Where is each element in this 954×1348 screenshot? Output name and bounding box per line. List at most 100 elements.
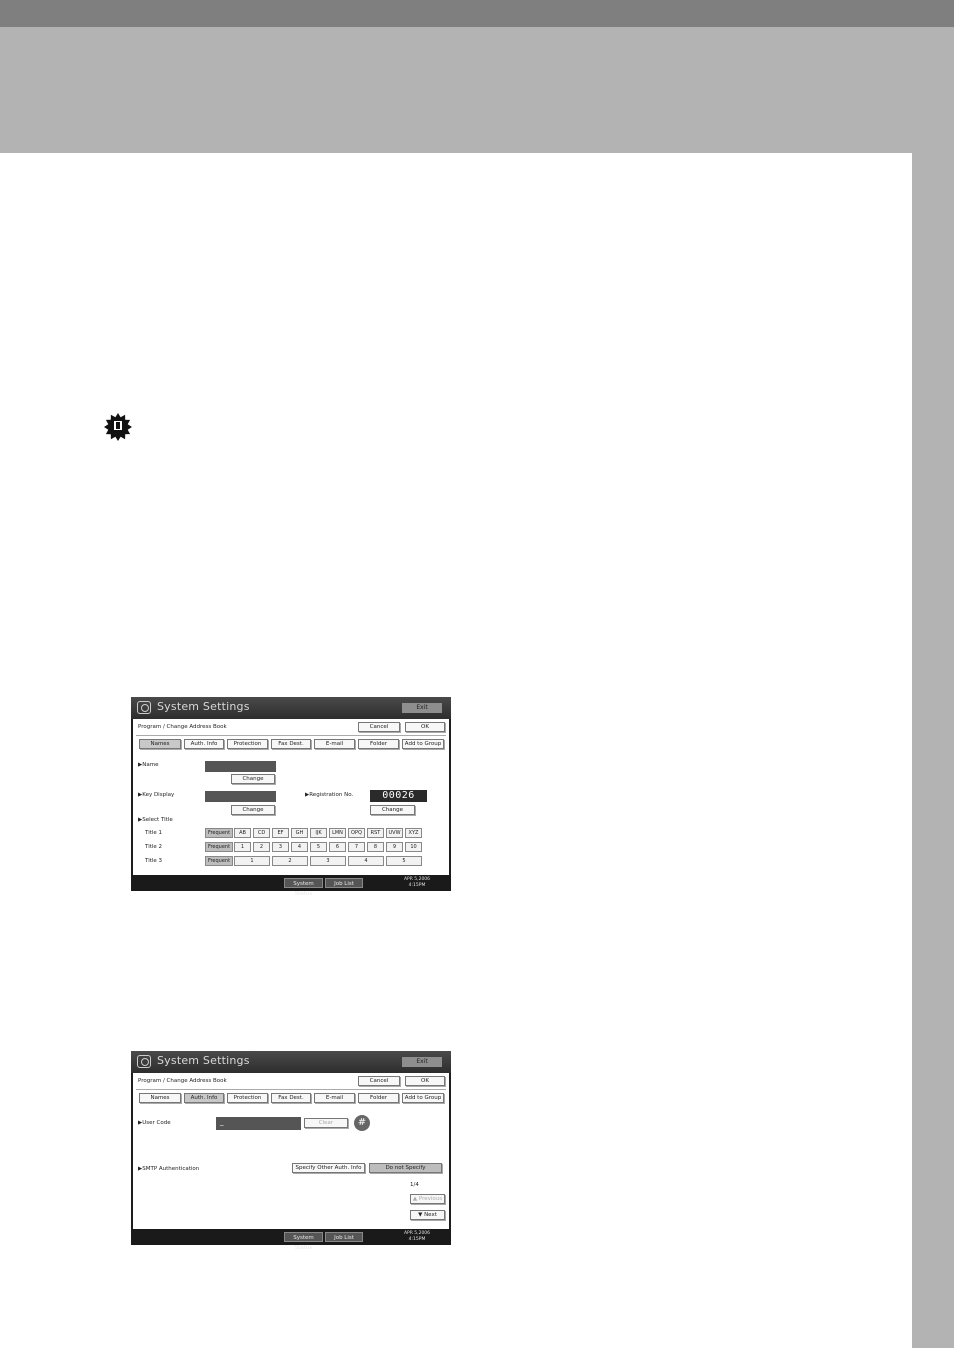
job-list-button[interactable]: Job List xyxy=(325,1232,363,1242)
key-display-field[interactable] xyxy=(205,791,276,802)
name-field[interactable] xyxy=(205,761,276,772)
title-cell[interactable]: IJK xyxy=(310,828,327,838)
title-cell[interactable]: OPQ xyxy=(348,828,365,838)
system-status-button[interactable]: System Status xyxy=(284,878,323,897)
breadcrumb: Program / Change Address Book xyxy=(138,724,227,730)
exit-button[interactable]: Exit xyxy=(402,703,442,713)
settings-icon xyxy=(137,1055,151,1068)
title-cell[interactable]: AB xyxy=(234,828,251,838)
job-list-button[interactable]: Job List xyxy=(325,878,363,888)
title-cell[interactable]: 10 xyxy=(405,842,422,852)
header-top-strip xyxy=(0,0,954,27)
do-not-specify-button[interactable]: Do not Specify xyxy=(369,1163,442,1173)
title-3-row: Frequent 1 2 3 4 5 xyxy=(205,856,422,866)
ok-button[interactable]: OK xyxy=(405,1076,445,1086)
tab-auth-info[interactable]: Auth. Info xyxy=(184,1093,224,1103)
screenshot-auth-info-tab: System Settings Exit Program / Change Ad… xyxy=(131,1051,451,1251)
title-cell[interactable]: 8 xyxy=(367,842,384,852)
title-cell[interactable]: CD xyxy=(253,828,270,838)
clear-button[interactable]: Clear xyxy=(304,1118,348,1128)
title-cell[interactable]: 5 xyxy=(386,856,422,866)
tab-add-to-group[interactable]: Add to Group xyxy=(402,1093,444,1103)
smtp-auth-label: ▶SMTP Authentication xyxy=(138,1166,200,1172)
title-2-row: Frequent 1 2 3 4 5 6 7 8 9 10 xyxy=(205,842,422,852)
title-cell[interactable]: EF xyxy=(272,828,289,838)
important-icon xyxy=(104,413,132,441)
date-display: APR 5,2006 xyxy=(403,1231,431,1236)
select-title-label: ▶Select Title xyxy=(138,817,173,823)
screen-body: Program / Change Address Book Cancel OK … xyxy=(133,719,449,875)
screen-body: Program / Change Address Book Cancel OK … xyxy=(133,1073,449,1229)
title-cell[interactable]: 3 xyxy=(272,842,289,852)
key-display-label: ▶Key Display xyxy=(138,792,175,798)
title-cell[interactable]: 2 xyxy=(253,842,270,852)
tab-fax-dest[interactable]: Fax Dest. xyxy=(271,739,311,749)
breadcrumb: Program / Change Address Book xyxy=(138,1078,227,1084)
tab-protection[interactable]: Protection xyxy=(227,1093,268,1103)
registration-number: 00026 xyxy=(370,790,427,802)
tab-fax-dest[interactable]: Fax Dest. xyxy=(271,1093,311,1103)
cancel-button[interactable]: Cancel xyxy=(358,722,400,732)
screen-title: System Settings xyxy=(157,1054,250,1067)
title-cell[interactable]: RST xyxy=(367,828,384,838)
title-1-label: Title 1 xyxy=(145,830,163,836)
time-display: 4:15PM xyxy=(408,883,426,888)
title-cell[interactable]: 1 xyxy=(234,856,270,866)
status-bar: System Status Job List APR 5,2006 4:15PM xyxy=(131,875,451,897)
time-display: 4:15PM xyxy=(408,1237,426,1242)
title-cell[interactable]: 4 xyxy=(348,856,384,866)
tab-folder[interactable]: Folder xyxy=(358,1093,399,1103)
title-cell[interactable]: XYZ xyxy=(405,828,422,838)
title-cell[interactable]: 7 xyxy=(348,842,365,852)
screenshot-names-tab: System Settings Exit Program / Change Ad… xyxy=(131,697,451,897)
title-cell[interactable]: 1 xyxy=(234,842,251,852)
user-code-field[interactable]: _ xyxy=(216,1117,301,1130)
specify-other-auth-button[interactable]: Specify Other Auth. Info xyxy=(292,1163,365,1173)
key-display-change-button[interactable]: Change xyxy=(231,805,275,815)
tab-names[interactable]: Names xyxy=(139,739,181,749)
side-thumb-tab xyxy=(912,153,954,1348)
title-cell[interactable]: GH xyxy=(291,828,308,838)
title-cell[interactable]: 3 xyxy=(310,856,346,866)
title-3-label: Title 3 xyxy=(145,858,163,864)
status-bar: System Status Job List APR 5,2006 4:15PM xyxy=(131,1229,451,1251)
title-cell-frequent[interactable]: Frequent xyxy=(205,828,233,838)
user-code-label: ▶User Code xyxy=(138,1120,171,1126)
name-label: ▶Name xyxy=(138,762,159,768)
title-cell[interactable]: 5 xyxy=(310,842,327,852)
next-button[interactable]: ▼ Next xyxy=(410,1210,445,1220)
screen-title: System Settings xyxy=(157,700,250,713)
registration-change-button[interactable]: Change xyxy=(370,805,415,815)
exit-button[interactable]: Exit xyxy=(402,1057,442,1067)
title-cell[interactable]: 2 xyxy=(272,856,308,866)
title-cell[interactable]: UVW xyxy=(386,828,403,838)
title-cell[interactable]: 9 xyxy=(386,842,403,852)
title-1-row: Frequent AB CD EF GH IJK LMN OPQ RST UVW… xyxy=(205,828,422,838)
date-display: APR 5,2006 xyxy=(403,877,431,882)
tab-folder[interactable]: Folder xyxy=(358,739,399,749)
title-cell[interactable]: LMN xyxy=(329,828,346,838)
tab-email[interactable]: E-mail xyxy=(314,739,355,749)
title-bar: System Settings Exit xyxy=(131,1051,451,1073)
tab-names[interactable]: Names xyxy=(139,1093,181,1103)
tab-add-to-group[interactable]: Add to Group xyxy=(402,739,444,749)
title-cell[interactable]: 4 xyxy=(291,842,308,852)
ok-button[interactable]: OK xyxy=(405,722,445,732)
previous-button[interactable]: ▲ Previous xyxy=(410,1194,445,1204)
tab-protection[interactable]: Protection xyxy=(227,739,268,749)
header-band xyxy=(0,27,954,153)
system-status-button[interactable]: System Status xyxy=(284,1232,323,1251)
settings-icon xyxy=(137,701,151,714)
name-change-button[interactable]: Change xyxy=(231,774,275,784)
hash-button[interactable]: # xyxy=(354,1115,370,1131)
tab-email[interactable]: E-mail xyxy=(314,1093,355,1103)
title-cell[interactable]: 6 xyxy=(329,842,346,852)
title-cell-frequent[interactable]: Frequent xyxy=(205,856,233,866)
cancel-button[interactable]: Cancel xyxy=(358,1076,400,1086)
title-2-label: Title 2 xyxy=(145,844,163,850)
registration-label: ▶Registration No. xyxy=(305,792,354,798)
page-indicator: 1/4 xyxy=(410,1182,419,1188)
title-cell-frequent[interactable]: Frequent xyxy=(205,842,233,852)
title-bar: System Settings Exit xyxy=(131,697,451,719)
tab-auth-info[interactable]: Auth. Info xyxy=(184,739,224,749)
